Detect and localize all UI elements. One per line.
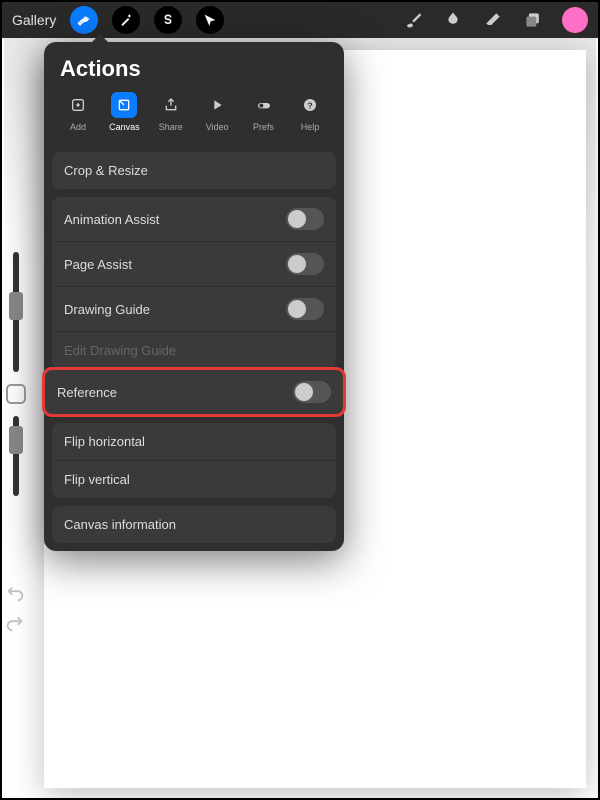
tab-share[interactable]: Share [149,92,193,132]
reference-toggle[interactable] [293,381,331,403]
actions-panel: Actions Add Canvas Share Video Prefs ? H… [44,42,344,551]
section-crop: Crop & Resize [52,152,336,189]
s-icon [160,12,176,28]
arrow-icon [202,12,218,28]
drawing-guide-toggle[interactable] [286,298,324,320]
undo-icon [4,582,26,604]
row-label: Animation Assist [64,212,159,227]
opacity-slider[interactable] [13,416,19,496]
tab-help[interactable]: ? Help [288,92,332,132]
section-flip: Flip horizontal Flip vertical [52,423,336,498]
animation-assist-row[interactable]: Animation Assist [52,197,336,242]
row-label: Crop & Resize [64,163,148,178]
page-assist-row[interactable]: Page Assist [52,242,336,287]
tab-label: Help [301,122,320,132]
svg-text:?: ? [307,100,312,110]
drawing-guide-row[interactable]: Drawing Guide [52,287,336,332]
row-label: Edit Drawing Guide [64,343,176,358]
crop-resize-row[interactable]: Crop & Resize [52,152,336,189]
panel-title: Actions [44,42,344,92]
slider-thumb[interactable] [9,292,23,320]
smudge-icon [443,10,463,30]
wrench-icon [76,12,92,28]
reference-row[interactable]: Reference [45,370,343,414]
page-assist-toggle[interactable] [286,253,324,275]
tab-canvas[interactable]: Canvas [102,92,146,132]
section-info: Canvas information [52,506,336,543]
tab-label: Add [70,122,86,132]
panel-tabs: Add Canvas Share Video Prefs ? Help [44,92,344,144]
left-sidebar [4,252,28,572]
animation-assist-toggle[interactable] [286,208,324,230]
tab-label: Canvas [109,122,140,132]
tab-add[interactable]: Add [56,92,100,132]
redo-icon [4,612,26,634]
layers-icon [523,10,543,30]
video-icon [209,97,225,113]
brush-tool[interactable] [402,9,424,31]
edit-drawing-guide-row: Edit Drawing Guide [52,332,336,369]
slider-thumb[interactable] [9,426,23,454]
canvas-info-row[interactable]: Canvas information [52,506,336,543]
section-reference: Reference [42,367,346,417]
brush-size-slider[interactable] [13,252,19,372]
row-label: Reference [57,385,117,400]
tab-label: Video [206,122,229,132]
row-label: Flip horizontal [64,434,145,449]
layers-tool[interactable] [522,9,544,31]
adjustments-button[interactable] [112,6,140,34]
eraser-tool[interactable] [482,9,504,31]
tab-prefs[interactable]: Prefs [242,92,286,132]
wand-icon [118,12,134,28]
section-assist: Animation Assist Page Assist Drawing Gui… [52,197,336,369]
flip-vertical-row[interactable]: Flip vertical [52,461,336,498]
row-label: Drawing Guide [64,302,150,317]
actions-button[interactable] [70,6,98,34]
right-tools [402,7,588,33]
tab-video[interactable]: Video [195,92,239,132]
selection-button[interactable] [154,6,182,34]
canvas-icon [116,97,132,113]
row-label: Flip vertical [64,472,130,487]
color-swatch[interactable] [562,7,588,33]
add-icon [70,97,86,113]
help-icon: ? [302,97,318,113]
undo-button[interactable] [4,582,26,604]
prefs-icon [256,97,272,113]
smudge-tool[interactable] [442,9,464,31]
flip-horizontal-row[interactable]: Flip horizontal [52,423,336,461]
tab-label: Share [159,122,183,132]
brush-icon [403,10,423,30]
modify-button[interactable] [6,384,26,404]
redo-button[interactable] [4,612,26,634]
row-label: Page Assist [64,257,132,272]
tab-label: Prefs [253,122,274,132]
gallery-link[interactable]: Gallery [12,12,56,28]
undo-redo-group [4,582,26,634]
share-icon [163,97,179,113]
row-label: Canvas information [64,517,176,532]
topbar: Gallery [2,2,598,38]
eraser-icon [483,10,503,30]
transform-button[interactable] [196,6,224,34]
